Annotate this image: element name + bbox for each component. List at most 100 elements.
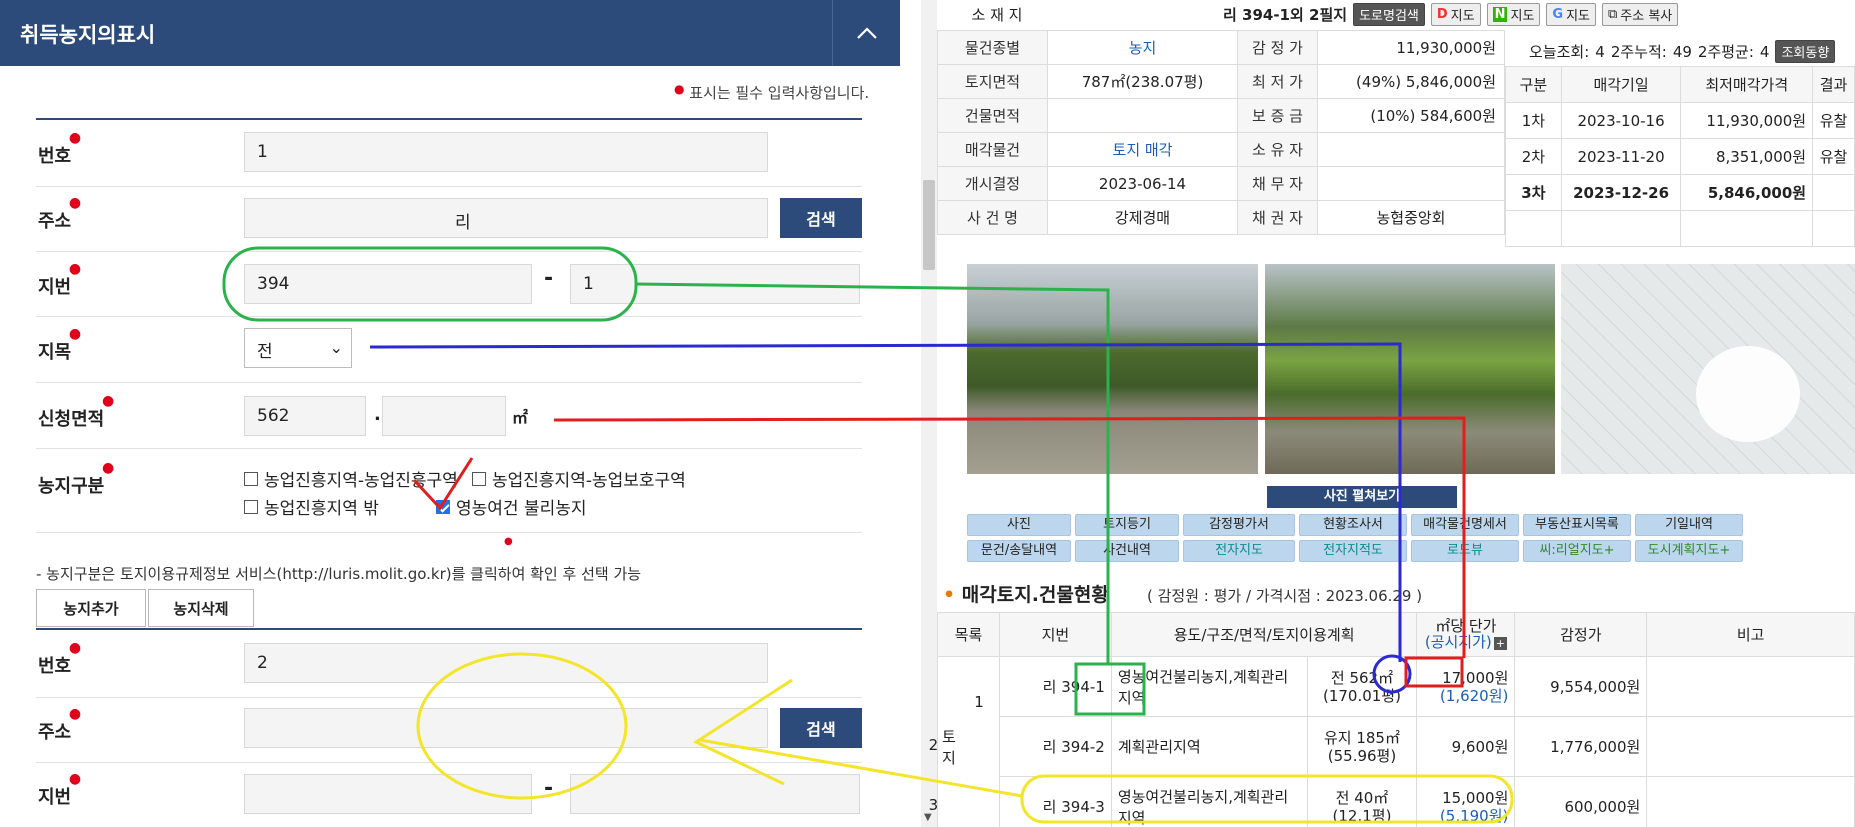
address-search-button-2[interactable]: 검색: [780, 708, 862, 748]
land-row: 토지1 리 394-1 영농여건불리농지,계획관리지역 전 562㎡ (170.0…: [937, 656, 1855, 827]
schedule-header: 매각기일: [1560, 66, 1682, 103]
copy-address-button[interactable]: ⧉ 주소 복사: [1602, 2, 1679, 26]
nav-button-nav_row2-4[interactable]: 로드뷰: [1411, 540, 1519, 562]
land-note: [1646, 716, 1855, 777]
checkbox[interactable]: [244, 499, 258, 514]
zone-option-disadvantaged[interactable]: 영농여건 불리농지: [436, 494, 587, 519]
schedule-round: 1차: [1505, 102, 1562, 139]
land-lot: 리 394-1: [998, 656, 1112, 717]
plus-icon[interactable]: +: [1493, 636, 1507, 650]
zone-option-protection[interactable]: 농업진흥지역-농업보호구역: [472, 466, 686, 491]
zone-option-outside[interactable]: 농업진흥지역 밖: [244, 494, 379, 519]
schedule-result: [1812, 174, 1855, 211]
land-header: 용도/구조/면적/토지이용계획: [1110, 612, 1418, 657]
checkbox-checked[interactable]: [436, 499, 450, 514]
address-input-1[interactable]: 리: [244, 198, 768, 238]
checkbox[interactable]: [244, 471, 258, 486]
marker-dot: ●: [504, 536, 513, 547]
land-header: 감정가: [1514, 612, 1648, 657]
nav-button-nav_row1-1[interactable]: 토지등기: [1075, 514, 1179, 536]
scrollbar[interactable]: ▼: [921, 0, 937, 827]
row-divider: [36, 382, 862, 383]
nav-button-nav_row2-3[interactable]: 전자지적도: [1299, 540, 1407, 562]
google-map-button[interactable]: G 지도: [1546, 2, 1596, 26]
creditor-label: 채 권 자: [1237, 200, 1318, 235]
copy-icon: ⧉: [1608, 6, 1618, 22]
add-farmland-button[interactable]: 농지추가: [36, 589, 146, 627]
row-divider: [36, 186, 862, 187]
address-input-2[interactable]: [244, 708, 768, 748]
auction-schedule-table: 구분 매각기일 최저매각가격 결과 1차 2023-10-16 11,930,0…: [1505, 66, 1855, 247]
schedule-empty: [1505, 210, 1562, 247]
lot-sub-input-1[interactable]: 1: [570, 264, 860, 304]
nav-button-nav_row1-2[interactable]: 감정평가서: [1183, 514, 1295, 536]
photo-expand-button[interactable]: 사진 펼쳐보기: [1267, 486, 1457, 508]
nav-button-nav_row2-5[interactable]: 씨:리얼지도+: [1523, 540, 1631, 562]
deposit-value: (10%) 584,600원: [1317, 98, 1505, 133]
sale-item-value[interactable]: 토지 매각: [1047, 132, 1238, 167]
appraisal-value: 11,930,000원: [1317, 30, 1505, 65]
schedule-price: 8,351,000원: [1680, 138, 1814, 175]
schedule-row: 3차 2023-12-26 5,846,000원: [1505, 174, 1855, 211]
checkbox[interactable]: [472, 471, 486, 486]
no-label-2: 번호 ●: [38, 640, 82, 677]
no-input-1[interactable]: 1: [244, 132, 768, 172]
view-counter: 오늘조회: 4 2주누적: 49 2주평균: 4 조회동향: [1529, 40, 1836, 63]
area-label: 신청면적 ●: [38, 393, 115, 430]
nav-button-nav_row1-4[interactable]: 매각물건명세서: [1411, 514, 1519, 536]
no-input-2[interactable]: 2: [244, 643, 768, 683]
land-row: 2리 394-2 계획관리지역 유지 185㎡ (55.96평) 9,600원 1…: [929, 716, 1855, 777]
land-area-label: 토지면적: [937, 64, 1048, 99]
delete-farmland-button[interactable]: 농지삭제: [148, 589, 254, 627]
location-map-thumbnail[interactable]: [1561, 264, 1855, 474]
nav-button-nav_row1-0[interactable]: 사진: [967, 514, 1071, 536]
section-subtitle: ( 감정원 : 평가 / 가격시점 : 2023.06.29 ): [1147, 587, 1423, 605]
lot-sub-input-2[interactable]: [570, 774, 860, 814]
nav-button-nav_row2-6[interactable]: 도시계획지도+: [1635, 540, 1743, 562]
daum-map-button[interactable]: D 지도: [1430, 2, 1481, 26]
nav-button-nav_row1-5[interactable]: 부동산표시목록: [1523, 514, 1631, 536]
lot-main-input-1[interactable]: 394: [244, 264, 532, 304]
nav-button-nav_row2-1[interactable]: 사건내역: [1075, 540, 1179, 562]
view-trend-button[interactable]: 조회동향: [1775, 40, 1836, 63]
start-label: 개시결정: [937, 166, 1048, 201]
start-value: 2023-06-14: [1047, 166, 1238, 201]
land-area-value: 787㎡(238.07평): [1047, 64, 1238, 99]
schedule-price: 5,846,000원: [1680, 174, 1814, 211]
official-price-link[interactable]: (공시지가): [1425, 633, 1492, 651]
land-header: 지번: [998, 612, 1112, 657]
row-divider: [36, 251, 862, 252]
scrollbar-thumb[interactable]: [923, 180, 935, 270]
acquired-farmland-form: 취득농지의표시 ● 표시는 필수 입력사항입니다. 번호 ● 1 주소 ● 리 검색…: [0, 0, 900, 827]
lot-label-2: 지번 ●: [38, 771, 82, 808]
nav-button-nav_row2-2[interactable]: 전자지도: [1183, 540, 1295, 562]
road-address-search-button[interactable]: 도로명검색: [1353, 2, 1425, 26]
nav-button-nav_row2-0[interactable]: 문건/송달내역: [967, 540, 1071, 562]
address-label: 주소 ●: [38, 195, 82, 232]
collapse-button[interactable]: [832, 0, 900, 66]
category-select[interactable]: 전 ⌄: [244, 328, 352, 368]
deposit-label: 보 증 금: [1237, 98, 1318, 133]
site-photo-1[interactable]: [967, 264, 1258, 474]
divider: [36, 628, 862, 630]
area-main-input[interactable]: 562: [244, 396, 366, 436]
type-value[interactable]: 농지: [1047, 30, 1238, 65]
nav-button-nav_row1-6[interactable]: 기일내역: [1635, 514, 1743, 536]
land-header: 비고: [1646, 612, 1855, 657]
daum-icon: D: [1436, 6, 1448, 22]
case-label: 사 건 명: [937, 200, 1048, 235]
land-value: 9,554,000원: [1514, 656, 1648, 717]
nav-button-nav_row1-3[interactable]: 현황조사서: [1299, 514, 1407, 536]
land-row: 3리 394-3 영농여건불리농지,계획관리지역 전 40㎡ (12.1평) 15…: [929, 776, 1855, 827]
site-photo-2[interactable]: [1265, 264, 1555, 474]
schedule-row: 2차 2023-11-20 8,351,000원 유찰: [1505, 138, 1855, 175]
address-search-button-1[interactable]: 검색: [780, 198, 862, 238]
zone-option-promotion[interactable]: 농업진흥지역-농업진흥구역: [244, 466, 458, 491]
address-label: 소 재 지: [971, 5, 1023, 24]
case-value: 강제경매: [1047, 200, 1238, 235]
lot-main-input-2[interactable]: [244, 774, 532, 814]
naver-map-button[interactable]: N 지도: [1486, 2, 1541, 26]
land-header: 목록: [937, 612, 1000, 657]
area-sub-input[interactable]: [382, 396, 506, 436]
land-value: 1,776,000원: [1514, 716, 1648, 777]
